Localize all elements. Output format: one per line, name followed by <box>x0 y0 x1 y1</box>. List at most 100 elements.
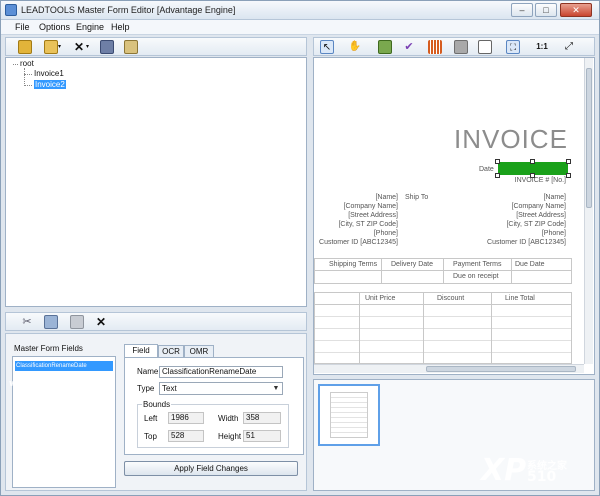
dropdown-arrow-icon[interactable]: ▾ <box>58 40 65 54</box>
fields-panel: Master Form Fields ClassificationRenameD… <box>5 333 307 491</box>
address-line: [City, ST ZIP Code] <box>338 221 398 228</box>
horizontal-scrollbar[interactable] <box>314 364 584 373</box>
address-line: Customer ID [ABC12345] <box>487 239 566 246</box>
items-table: Unit Price Discount Line Total <box>314 292 572 364</box>
resize-handle[interactable] <box>566 173 571 178</box>
properties-icon[interactable] <box>124 40 138 54</box>
copy-icon[interactable] <box>44 315 58 329</box>
menu-file[interactable]: File <box>15 22 30 32</box>
new-form-icon[interactable] <box>18 40 32 54</box>
field-list[interactable]: ClassificationRenameDate <box>12 356 116 488</box>
field-list-item[interactable]: ClassificationRenameDate <box>15 361 113 371</box>
menu-bar: File Options Engine Help <box>1 20 599 35</box>
add-page-icon[interactable] <box>44 40 58 54</box>
type-label: Type <box>137 384 155 393</box>
name-field[interactable]: ClassificationRenameDate <box>159 366 283 378</box>
name-label: Name <box>137 367 159 376</box>
barcode-field-icon[interactable] <box>428 40 442 54</box>
table-header: Discount <box>437 295 465 302</box>
invoice-page: INVOICE Date INVOICE # [No.] [Name] [Com… <box>314 58 584 364</box>
apply-field-changes-button[interactable]: Apply Field Changes <box>124 461 298 476</box>
menu-help[interactable]: Help <box>111 22 130 32</box>
window-title: LEADTOOLS Master Form Editor [Advantage … <box>21 5 236 15</box>
tab-field-info[interactable]: Field Info <box>124 344 158 366</box>
ship-to-label: Ship To <box>405 194 429 201</box>
tree-node-invoice1[interactable]: Invoice1 <box>34 69 64 78</box>
resize-handle[interactable] <box>495 159 500 164</box>
selected-field-region[interactable] <box>495 159 571 178</box>
table-header: Delivery Date <box>391 261 434 268</box>
address-line: [Company Name] <box>511 203 566 210</box>
bounds-group: Bounds Left 1986 Width 358 Top 528 Heigh… <box>137 400 289 448</box>
text-field-icon[interactable] <box>378 40 392 54</box>
tree-root-node[interactable]: root <box>20 59 34 68</box>
image-field-icon[interactable] <box>454 40 468 54</box>
resize-handle[interactable] <box>530 159 535 164</box>
actual-size-button[interactable]: 1:1 <box>534 40 550 54</box>
table-header: Payment Terms <box>453 261 502 268</box>
table-header: Line Total <box>505 295 535 302</box>
tree-node-invoice2[interactable]: Invoice2 <box>34 80 66 89</box>
close-button[interactable]: ✕ <box>560 3 592 17</box>
invoice-heading: INVOICE <box>454 124 568 154</box>
address-line: [Company Name] <box>343 203 398 210</box>
height-label: Height <box>218 432 242 441</box>
type-select-value: Text <box>162 384 177 393</box>
form-tree-pane: root Invoice1 Invoice2 <box>5 57 307 307</box>
top-label: Top <box>144 432 157 441</box>
left-label: Left <box>144 414 158 423</box>
maximize-button[interactable]: □ <box>535 3 557 17</box>
fit-page-icon[interactable]: ⛶ <box>506 40 520 54</box>
top-field[interactable]: 528 <box>168 430 204 442</box>
page-thumbnail[interactable] <box>318 384 380 446</box>
address-line: [Phone] <box>541 230 566 237</box>
delete-icon[interactable]: ✕ <box>72 40 86 54</box>
app-window: LEADTOOLS Master Form Editor [Advantage … <box>0 0 600 496</box>
width-field[interactable]: 358 <box>243 412 281 424</box>
invoice-number: INVOICE # [No.] <box>514 177 566 184</box>
process-icon[interactable] <box>100 40 114 54</box>
address-line: [City, ST ZIP Code] <box>506 221 566 228</box>
omr-field-icon[interactable]: ✔ <box>402 40 416 54</box>
cut-icon[interactable]: ✂ <box>20 315 34 329</box>
ship-to-address: [Name] [Company Name] [Street Address] [… <box>482 194 566 248</box>
tab-omr[interactable]: OMR <box>184 345 214 357</box>
delete-field-icon[interactable]: ✕ <box>94 315 108 329</box>
paste-icon[interactable] <box>70 315 84 329</box>
viewer-toolbar: ↖ ✋ ✔ ⛶ 1:1 ⤢ <box>313 37 595 56</box>
document-viewer: INVOICE Date INVOICE # [No.] [Name] [Com… <box>313 57 595 375</box>
address-line: [Street Address] <box>516 212 566 219</box>
left-field[interactable]: 1986 <box>168 412 204 424</box>
chevron-down-icon: ▼ <box>272 385 280 392</box>
minimize-button[interactable]: – <box>511 3 533 17</box>
logo-watermark-num: 510 <box>527 469 557 485</box>
fields-panel-title: Master Form Fields <box>14 344 83 353</box>
pan-hand-icon[interactable]: ✋ <box>348 40 362 54</box>
type-select[interactable]: Text ▼ <box>159 382 283 395</box>
address-line: [Street Address] <box>348 212 398 219</box>
fit-width-icon[interactable]: ⤢ <box>562 40 576 54</box>
title-bar: LEADTOOLS Master Form Editor [Advantage … <box>1 1 599 20</box>
tab-ocr[interactable]: OCR <box>158 345 184 357</box>
date-label: Date <box>479 166 494 173</box>
logo-watermark: XP <box>481 453 527 488</box>
bounds-title: Bounds <box>142 400 172 409</box>
menu-options[interactable]: Options <box>39 22 70 32</box>
app-logo-icon <box>5 4 17 16</box>
table-header: Shipping Terms <box>329 261 378 268</box>
address-line: Customer ID [ABC12345] <box>319 239 398 246</box>
table-cell: Due on receipt <box>453 273 499 280</box>
height-field[interactable]: 51 <box>243 430 281 442</box>
table-field-icon[interactable] <box>478 40 492 54</box>
vertical-scrollbar[interactable] <box>584 58 593 364</box>
menu-engine[interactable]: Engine <box>76 22 104 32</box>
address-line: [Name] <box>543 194 566 201</box>
thumbnail-preview <box>330 392 368 438</box>
width-label: Width <box>218 414 239 423</box>
resize-handle[interactable] <box>566 159 571 164</box>
dropdown-arrow-icon[interactable]: ▾ <box>86 40 93 54</box>
tree-toolbar: ▾ ✕ ▾ <box>5 37 307 56</box>
pointer-icon[interactable]: ↖ <box>320 40 334 54</box>
site-watermark: www.cvget.com <box>9 379 90 389</box>
terms-table: Shipping Terms Delivery Date Payment Ter… <box>314 258 572 284</box>
